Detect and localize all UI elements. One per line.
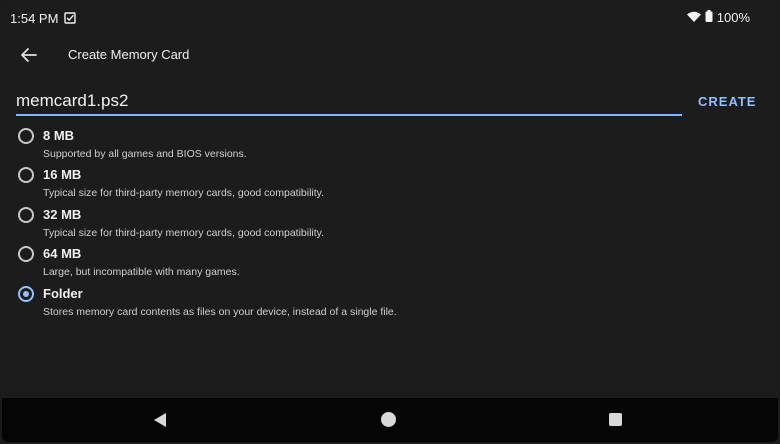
option-label: 16 MB: [43, 167, 82, 182]
option-label: 64 MB: [43, 246, 82, 261]
option-label: 8 MB: [43, 128, 75, 143]
option-description: Typical size for third-party memory card…: [43, 227, 325, 239]
radio-16mb[interactable]: [18, 167, 34, 183]
home-circle-icon[interactable]: [381, 412, 396, 427]
status-bar: 1:54 PM 100%: [2, 2, 778, 32]
app-bar: Create Memory Card: [2, 38, 778, 72]
recents-square-icon[interactable]: [609, 413, 622, 426]
option-description: Typical size for third-party memory card…: [43, 187, 325, 199]
battery-percent: 100%: [716, 10, 750, 25]
create-button[interactable]: CREATE: [698, 94, 756, 109]
option-16mb[interactable]: 16 MB Typical size for third-party memor…: [16, 167, 736, 205]
page-title: Create Memory Card: [68, 47, 190, 62]
radio-folder[interactable]: [18, 286, 34, 302]
option-label: 32 MB: [43, 207, 82, 222]
option-label: Folder: [43, 286, 83, 301]
option-32mb[interactable]: 32 MB Typical size for third-party memor…: [16, 207, 736, 245]
radio-32mb[interactable]: [18, 207, 34, 223]
checkbox-icon: [64, 11, 76, 29]
back-triangle-icon[interactable]: [153, 412, 167, 433]
arrow-back-icon[interactable]: [18, 44, 40, 66]
option-description: Large, but incompatible with many games.: [43, 266, 240, 278]
option-description: Supported by all games and BIOS versions…: [43, 148, 247, 160]
status-time: 1:54 PM: [10, 11, 59, 26]
radio-8mb[interactable]: [18, 128, 34, 144]
app-window: 1:54 PM 100% Create Memory Card CREATE: [2, 2, 778, 442]
option-64mb[interactable]: 64 MB Large, but incompatible with many …: [16, 246, 736, 284]
wifi-icon: [686, 10, 701, 25]
card-name-input[interactable]: [16, 88, 682, 116]
status-right: 100%: [686, 10, 750, 25]
navigation-bar: [2, 398, 778, 442]
option-description: Stores memory card contents as files on …: [43, 306, 397, 318]
battery-icon: [705, 10, 713, 25]
option-folder[interactable]: Folder Stores memory card contents as fi…: [16, 286, 736, 324]
radio-64mb[interactable]: [18, 246, 34, 262]
option-8mb[interactable]: 8 MB Supported by all games and BIOS ver…: [16, 128, 736, 166]
